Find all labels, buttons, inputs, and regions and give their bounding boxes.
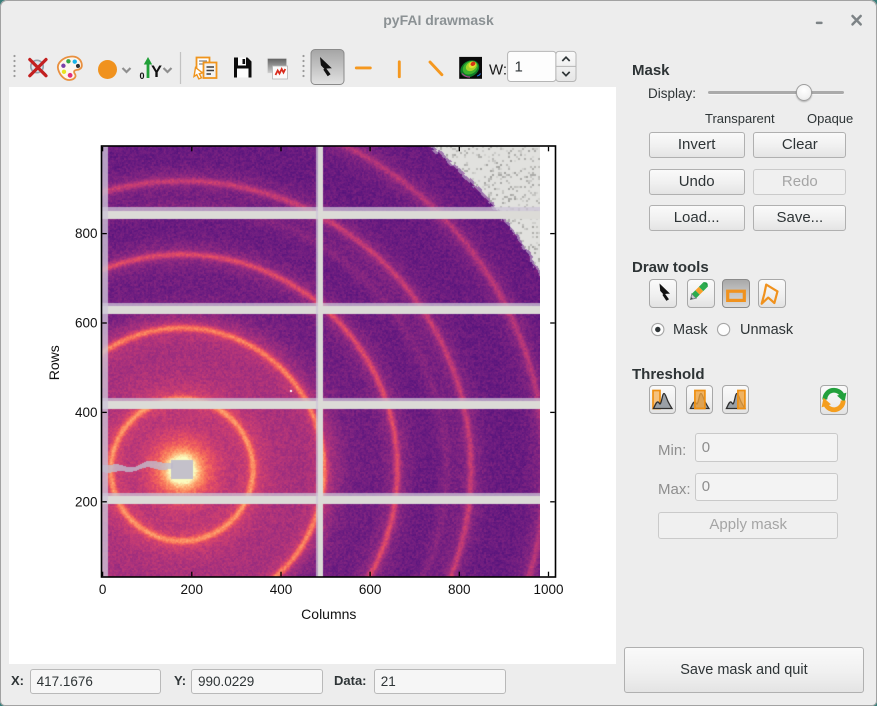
svg-text:600: 600 — [359, 582, 382, 597]
svg-text:Columns: Columns — [301, 606, 356, 622]
svg-text:800: 800 — [75, 226, 98, 241]
svg-text:400: 400 — [270, 582, 293, 597]
svg-text:1000: 1000 — [533, 582, 563, 597]
svg-text:Rows: Rows — [46, 345, 62, 380]
svg-text:200: 200 — [75, 494, 98, 509]
svg-text:800: 800 — [448, 582, 471, 597]
svg-text:0: 0 — [99, 582, 107, 597]
svg-text:600: 600 — [75, 316, 98, 331]
svg-text:200: 200 — [181, 582, 204, 597]
svg-text:400: 400 — [75, 405, 98, 420]
